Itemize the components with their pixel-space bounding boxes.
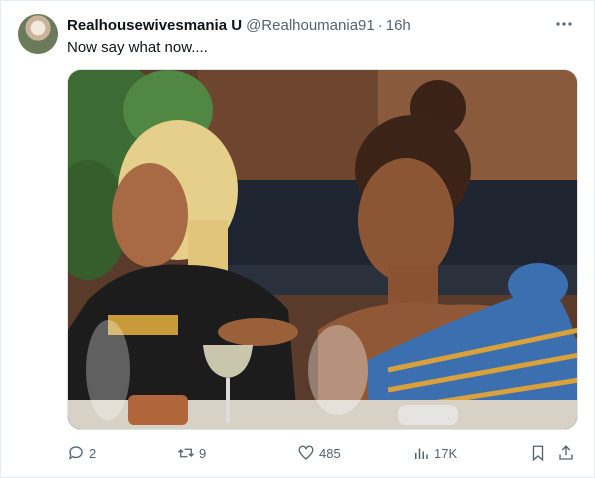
tweet-header: Realhousewivesmania U @Realhoumania91 · …	[67, 15, 411, 35]
user-handle[interactable]: @Realhoumania91	[246, 17, 375, 34]
reply-count: 2	[89, 445, 97, 461]
like-count: 485	[319, 445, 341, 461]
bookmark-button[interactable]	[529, 441, 547, 465]
bookmark-icon	[532, 445, 544, 462]
tweet-actions: 2 9 485 17K	[67, 441, 578, 465]
share-icon	[559, 445, 573, 460]
header-separator: ·	[377, 16, 383, 34]
reply-icon	[68, 446, 83, 460]
tweet-text: Now say what now....	[67, 39, 208, 56]
tweet-photo[interactable]	[67, 69, 578, 430]
views-count: 17K	[434, 445, 458, 461]
tweet-card[interactable]: Realhousewivesmania U @Realhoumania91 · …	[0, 0, 595, 478]
more-horizontal-icon[interactable]	[554, 14, 574, 34]
share-button[interactable]	[557, 441, 575, 465]
heart-icon	[298, 445, 314, 460]
retweet-icon	[178, 448, 194, 458]
display-name[interactable]: Realhousewivesmania U	[67, 17, 242, 34]
like-button[interactable]: 485	[297, 441, 341, 465]
retweet-count: 9	[199, 445, 207, 461]
avatar[interactable]	[18, 14, 58, 54]
reply-button[interactable]: 2	[67, 441, 96, 465]
timestamp[interactable]: 16h	[386, 17, 411, 34]
analytics-icon	[415, 448, 428, 459]
retweet-button[interactable]: 9	[177, 441, 206, 465]
views-button[interactable]: 17K	[412, 441, 457, 465]
